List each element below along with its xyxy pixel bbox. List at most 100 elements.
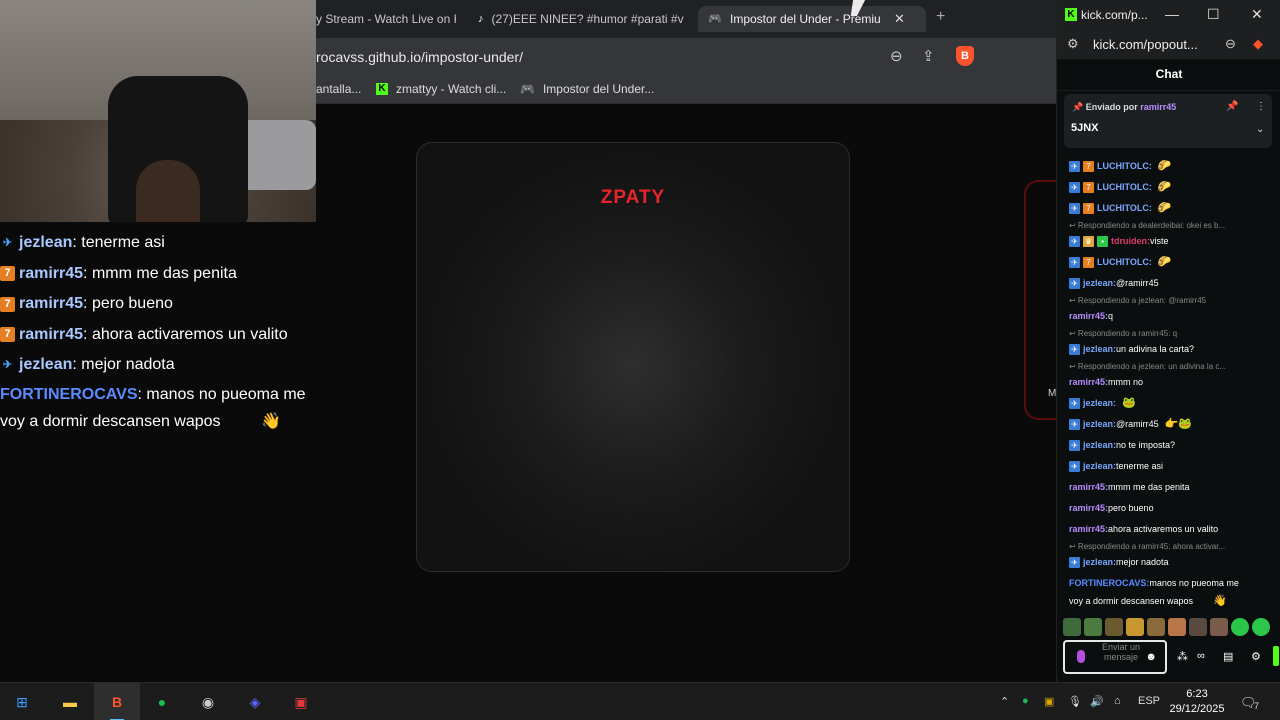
message-username[interactable]: jezlean: bbox=[1083, 440, 1116, 451]
side-panel[interactable]: M bbox=[1024, 180, 1056, 420]
emote-icon[interactable] bbox=[1105, 618, 1123, 636]
message-username[interactable]: jezlean: bbox=[1083, 419, 1116, 430]
chat-message[interactable]: ✈ 7 LUCHITOLC: 🌮 bbox=[1069, 252, 1275, 273]
minimize-icon[interactable]: — bbox=[1165, 6, 1179, 22]
reply-context[interactable]: ↩ Respondiendo a ramirr45: ahora activar… bbox=[1069, 542, 1275, 552]
tray-chevron-up-icon[interactable]: ⌃ bbox=[1000, 695, 1009, 708]
message-username[interactable]: LUCHITOLC: bbox=[1097, 161, 1152, 172]
send-button[interactable] bbox=[1273, 646, 1279, 666]
chat-message[interactable]: ✈ 7 LUCHITOLC: 🌮 bbox=[1069, 177, 1275, 198]
brave-shield-icon[interactable]: B bbox=[956, 46, 974, 66]
stream-chat-overlay: ✈ jezlean : tenerme asi 7 ramirr45 : mmm… bbox=[0, 228, 330, 435]
settings-icon[interactable]: ⚙ bbox=[1251, 650, 1261, 663]
network-icon[interactable]: ⌂ bbox=[1114, 695, 1121, 707]
emote-icon[interactable] bbox=[1063, 618, 1081, 636]
app-red-icon[interactable]: ▣ bbox=[289, 690, 313, 714]
chat-message[interactable]: ramirr45: mmm no bbox=[1069, 372, 1275, 393]
share-icon[interactable]: ⇪ bbox=[922, 47, 935, 65]
mic-icon[interactable] bbox=[1077, 650, 1085, 663]
chat-message[interactable]: ✈ jezlean: tenerme asi bbox=[1069, 456, 1275, 477]
message-username[interactable]: jezlean: bbox=[1083, 344, 1116, 355]
chat-message[interactable]: ✈ ♛ ▪ tdruiden: viste bbox=[1069, 231, 1275, 252]
message-username[interactable]: jezlean: bbox=[1083, 398, 1116, 409]
zoom-icon[interactable]: ⊖ bbox=[1225, 36, 1236, 52]
chat-message[interactable]: ✈ 7 LUCHITOLC: 🌮 bbox=[1069, 198, 1275, 219]
kick-url-field[interactable]: kick.com/popout... bbox=[1093, 37, 1198, 52]
emote-icon[interactable] bbox=[1168, 618, 1186, 636]
bookmark-impostor[interactable]: 🎮 Impostor del Under... bbox=[520, 82, 654, 96]
users-icon[interactable]: ⁂ bbox=[1177, 650, 1188, 663]
brave-browser-icon[interactable]: B bbox=[105, 690, 129, 714]
message-username[interactable]: jezlean: bbox=[1083, 278, 1116, 289]
chat-message[interactable]: ✈ jezlean: @ramirr45 👉🐸 bbox=[1069, 414, 1275, 435]
message-username[interactable]: tdruiden: bbox=[1111, 236, 1150, 247]
emote-icon[interactable] bbox=[1210, 618, 1228, 636]
system-clock[interactable]: 6:23 29/12/2025 bbox=[1168, 687, 1226, 717]
close-tab-icon[interactable]: ✕ bbox=[894, 11, 905, 27]
emote-icon[interactable] bbox=[1252, 618, 1270, 636]
chevron-down-icon[interactable]: ⌄ bbox=[1256, 124, 1264, 135]
close-window-icon[interactable]: ✕ bbox=[1251, 6, 1263, 23]
chat-input[interactable]: Enviar un mensaje ☻ bbox=[1063, 640, 1167, 674]
volume-icon[interactable]: 🔊 bbox=[1090, 695, 1104, 708]
infinity-icon[interactable]: ∞ bbox=[1197, 650, 1205, 662]
message-username[interactable]: LUCHITOLC: bbox=[1097, 203, 1152, 214]
maximize-icon[interactable]: ☐ bbox=[1207, 6, 1220, 23]
reply-context[interactable]: ↩ Respondiendo a dealerdeibai: okei es b… bbox=[1069, 221, 1275, 231]
tray-app-icon[interactable]: ▣ bbox=[1044, 695, 1054, 708]
message-username[interactable]: jezlean: bbox=[1083, 461, 1116, 472]
zoom-icon[interactable]: ⊖ bbox=[890, 47, 903, 65]
chat-message[interactable]: ✈ jezlean: mejor nadota bbox=[1069, 552, 1275, 573]
message-username[interactable]: ramirr45: bbox=[1069, 482, 1108, 493]
emote-icon[interactable] bbox=[1126, 618, 1144, 636]
microphone-icon[interactable]: 🎙 bbox=[1068, 695, 1082, 708]
emote-icon[interactable] bbox=[1084, 618, 1102, 636]
message-username[interactable]: ramirr45: bbox=[1069, 503, 1108, 514]
chat-message[interactable]: ramirr45: q bbox=[1069, 306, 1275, 327]
tab-tiktok[interactable]: ♪ (27)EEE NINEE? #humor #parati #vira bbox=[478, 6, 684, 32]
chat-message[interactable]: ✈ jezlean: no te imposta? bbox=[1069, 435, 1275, 456]
store-icon[interactable]: ▤ bbox=[1223, 650, 1233, 663]
message-username[interactable]: ramirr45: bbox=[1069, 524, 1108, 535]
obs-icon[interactable]: ◉ bbox=[196, 690, 220, 714]
message-username[interactable]: ramirr45: bbox=[1069, 311, 1108, 322]
more-options-icon[interactable]: ⋮ bbox=[1256, 101, 1266, 112]
url-field[interactable]: rocavss.github.io/impostor-under/ bbox=[316, 49, 523, 65]
file-explorer-icon[interactable]: ▬ bbox=[58, 690, 82, 714]
emoji-icon[interactable]: ☻ bbox=[1145, 651, 1157, 663]
message-username[interactable]: LUCHITOLC: bbox=[1097, 182, 1152, 193]
tab-kick-stream[interactable]: y Stream - Watch Live on K bbox=[316, 6, 456, 32]
reply-context[interactable]: ↩ Respondiendo a ramirr45: q bbox=[1069, 329, 1275, 339]
message-username[interactable]: ramirr45: bbox=[1069, 377, 1108, 388]
language-indicator[interactable]: ESP bbox=[1138, 695, 1160, 707]
chat-message[interactable]: ✈ 7 LUCHITOLC: 🌮 bbox=[1069, 156, 1275, 177]
bookmark-zmattyy[interactable]: K zmattyy - Watch cli... bbox=[376, 82, 506, 96]
windows-start-icon[interactable]: ⊞ bbox=[10, 690, 34, 714]
game-card[interactable]: ZPATY bbox=[416, 142, 850, 572]
tray-app-icon[interactable]: ● bbox=[1022, 695, 1029, 707]
message-username[interactable]: jezlean: bbox=[1083, 557, 1116, 568]
chat-message[interactable]: FORTINEROCAVS: manos no pueoma me bbox=[1069, 573, 1275, 594]
spotify-icon[interactable]: ● bbox=[150, 690, 174, 714]
chat-message[interactable]: ✈ jezlean: un adivina la carta? bbox=[1069, 339, 1275, 360]
tab-impostor[interactable]: 🎮 Impostor del Under - Premium E ✕ bbox=[698, 6, 926, 32]
chat-message[interactable]: ramirr45: ahora activaremos un valito bbox=[1069, 519, 1275, 540]
message-username[interactable]: LUCHITOLC: bbox=[1097, 257, 1152, 268]
bookmark-pantalla[interactable]: antalla... bbox=[316, 82, 361, 96]
pinned-message[interactable]: 📌 Enviado por ramirr45 5JNX 📌 ⋮ ⌄ bbox=[1064, 94, 1272, 148]
site-settings-icon[interactable]: ⚙ bbox=[1067, 36, 1079, 52]
discord-icon[interactable]: ◈ bbox=[243, 690, 267, 714]
emote-icon[interactable] bbox=[1231, 618, 1249, 636]
chat-message[interactable]: ramirr45: pero bueno bbox=[1069, 498, 1275, 519]
chat-message[interactable]: ✈ jezlean: @ramirr45 bbox=[1069, 273, 1275, 294]
brave-shield-icon[interactable]: ◆ bbox=[1253, 36, 1263, 52]
emote-icon[interactable] bbox=[1147, 618, 1165, 636]
chat-message[interactable]: ✈ jezlean: 🐸 bbox=[1069, 393, 1275, 414]
reply-context[interactable]: ↩ Respondiendo a jezlean: un adivina la … bbox=[1069, 362, 1275, 372]
new-tab-icon[interactable]: + bbox=[936, 8, 945, 26]
pin-icon[interactable]: 📌 bbox=[1226, 101, 1238, 112]
emote-icon[interactable] bbox=[1189, 618, 1207, 636]
message-username[interactable]: FORTINEROCAVS: bbox=[1069, 578, 1149, 589]
chat-message[interactable]: ramirr45: mmm me das penita bbox=[1069, 477, 1275, 498]
reply-context[interactable]: ↩ Respondiendo a jezlean: @ramirr45 bbox=[1069, 296, 1275, 306]
